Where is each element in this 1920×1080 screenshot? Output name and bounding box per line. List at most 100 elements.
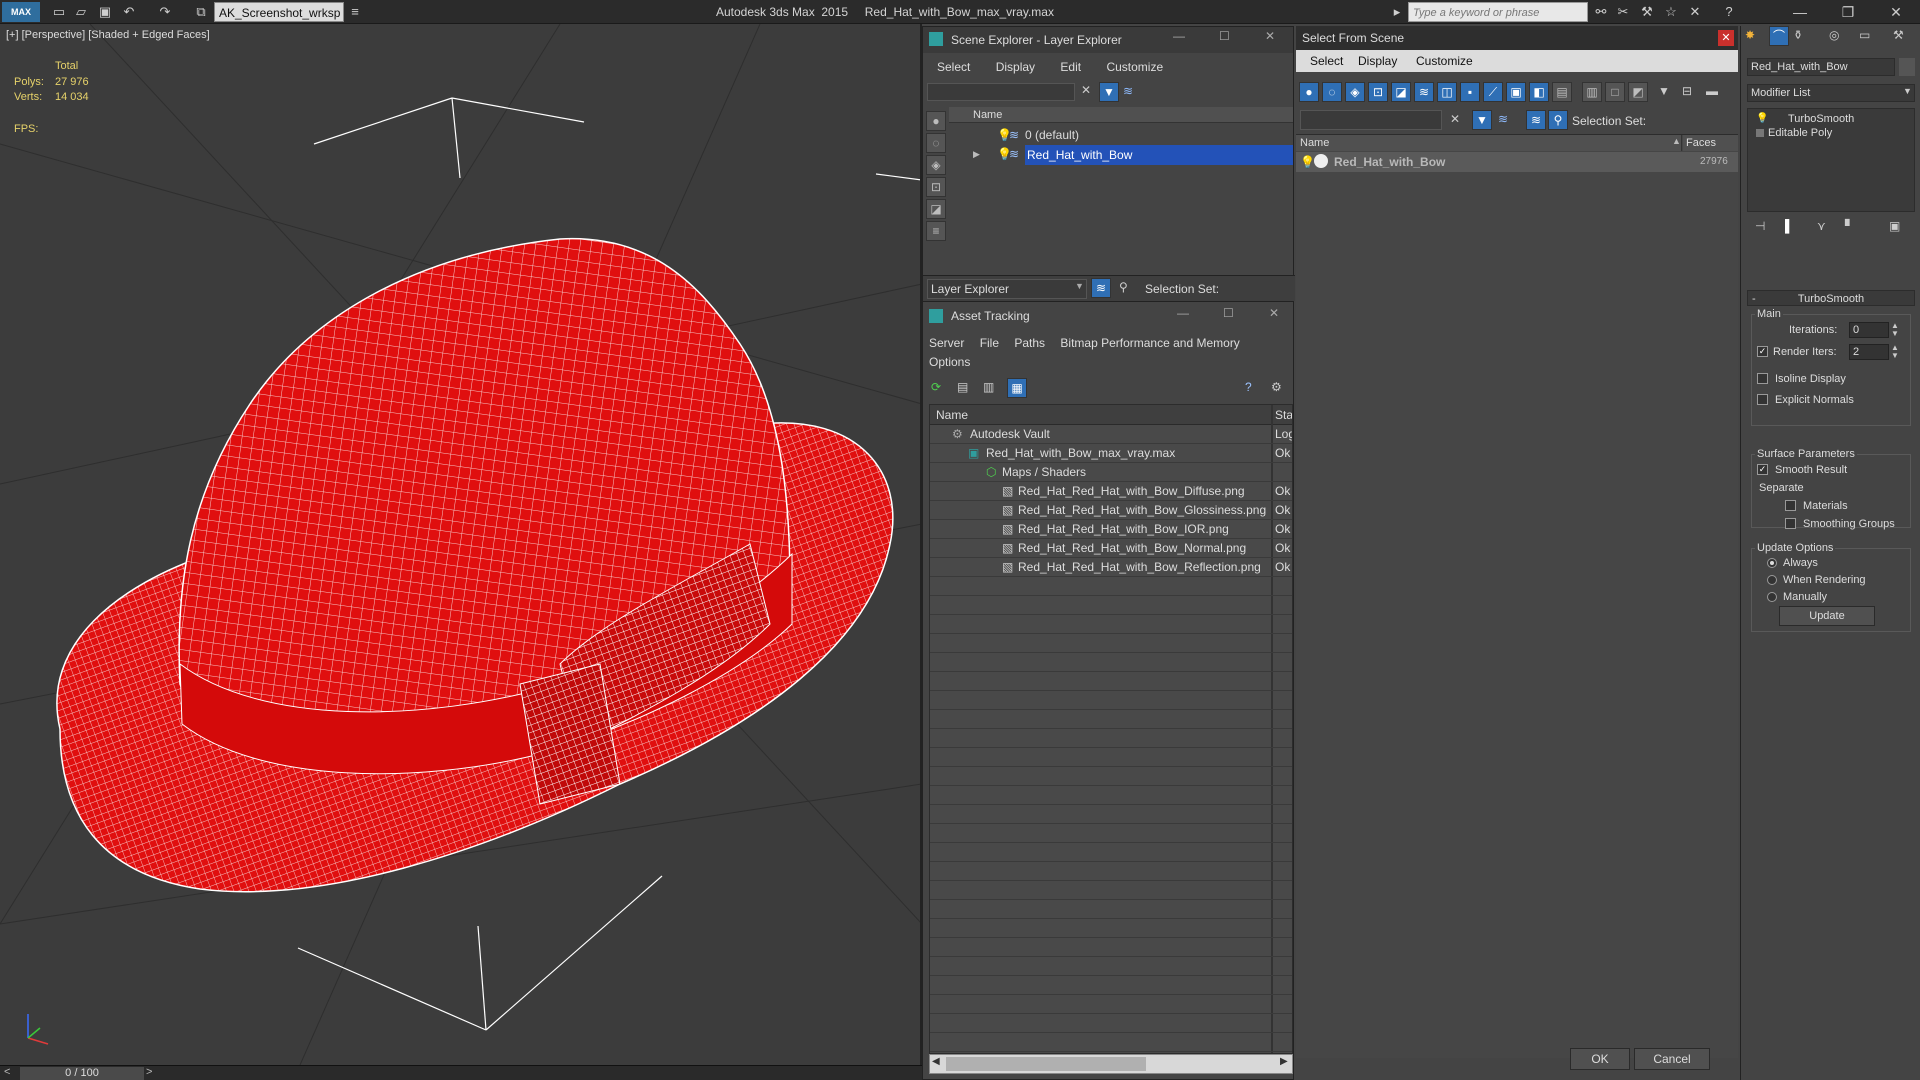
display-geometry-icon[interactable]: ●: [926, 111, 946, 131]
filter-icon[interactable]: ▼: [1658, 84, 1670, 98]
name-column-header[interactable]: Name: [949, 107, 1293, 123]
help-icon[interactable]: ?: [1720, 3, 1738, 21]
collapse-icon[interactable]: ▬: [1706, 84, 1718, 98]
ok-button[interactable]: OK: [1570, 1048, 1630, 1070]
minimize-icon[interactable]: —: [1177, 306, 1189, 320]
layer-row[interactable]: ▶ 💡 ≋ Red_Hat_with_Bow: [949, 145, 1293, 165]
display-tab-icon[interactable]: ▭: [1859, 28, 1870, 42]
explorer-type-dropdown[interactable]: Layer Explorer: [927, 279, 1087, 299]
horizontal-scrollbar[interactable]: ◀ ▶: [929, 1054, 1293, 1074]
shapes-filter-icon[interactable]: ◌: [1322, 82, 1342, 102]
stack-item-editable-poly[interactable]: Editable Poly: [1768, 127, 1832, 139]
display-lights-icon[interactable]: ◈: [926, 155, 946, 175]
display-none-icon[interactable]: □: [1605, 82, 1625, 102]
xrefs-filter-icon[interactable]: ▪: [1460, 82, 1480, 102]
tree-view-icon[interactable]: ▥: [983, 380, 994, 394]
scroll-left-icon[interactable]: ◀: [932, 1056, 940, 1067]
new-file-icon[interactable]: ▭: [50, 3, 68, 21]
lights-filter-icon[interactable]: ◈: [1345, 82, 1365, 102]
menu-display[interactable]: Display: [1358, 54, 1397, 68]
maximize-icon[interactable]: ☐: [1219, 29, 1230, 43]
smoothing-groups-checkbox[interactable]: [1785, 518, 1796, 529]
close-icon[interactable]: ✕: [1269, 306, 1279, 320]
asset-row[interactable]: ⚙ Autodesk Vault Log: [930, 425, 1292, 444]
geometry-filter-icon[interactable]: ●: [1299, 82, 1319, 102]
object-name-field[interactable]: Red_Hat_with_Bow: [1747, 58, 1895, 76]
time-slider-bar[interactable]: < 0 / 100 >: [0, 1065, 922, 1080]
workspace-dropdown[interactable]: AK_Screenshot_wrksp: [214, 2, 344, 22]
name-column-header[interactable]: Name: [930, 405, 1271, 425]
close-icon[interactable]: ✕: [1265, 29, 1275, 43]
render-iters-spinner[interactable]: 2: [1849, 344, 1889, 360]
minimize-icon[interactable]: —: [1173, 29, 1185, 43]
hidden-filter-icon[interactable]: ▤: [1552, 82, 1572, 102]
stack-item-turbosmooth[interactable]: TurboSmooth: [1788, 113, 1854, 125]
asset-row[interactable]: ▧ Red_Hat_Red_Hat_with_Bow_Reflection.pn…: [930, 558, 1292, 577]
containers-filter-icon[interactable]: ▣: [1506, 82, 1526, 102]
collapse-icon[interactable]: -: [1752, 291, 1756, 307]
helpers-filter-icon[interactable]: ◪: [1391, 82, 1411, 102]
asset-row[interactable]: ▧ Red_Hat_Red_Hat_with_Bow_Normal.png Ok: [930, 539, 1292, 558]
spacewarps-filter-icon[interactable]: ≋: [1414, 82, 1434, 102]
menu-customize[interactable]: Customize: [1106, 60, 1163, 74]
update-button[interactable]: Update: [1779, 606, 1875, 626]
smooth-result-checkbox[interactable]: ✓: [1757, 464, 1768, 475]
object-row[interactable]: 💡 Red_Hat_with_Bow 27976: [1296, 152, 1738, 172]
hierarchy-icon[interactable]: ⚲: [1119, 280, 1128, 294]
chevron-down-icon[interactable]: ▼: [1075, 281, 1084, 291]
asset-row[interactable]: ▧ Red_Hat_Red_Hat_with_Bow_Diffuse.png O…: [930, 482, 1292, 501]
menu-bitmap-performance[interactable]: Bitmap Performance and Memory: [1060, 336, 1239, 350]
undo-icon[interactable]: ↶: [120, 3, 138, 21]
menu-options[interactable]: Options: [929, 355, 970, 369]
show-end-result-icon[interactable]: ▌: [1785, 219, 1794, 233]
layers-icon[interactable]: ≋: [1498, 112, 1508, 126]
faces-column-header[interactable]: Faces: [1683, 135, 1738, 151]
open-file-icon[interactable]: ▱: [72, 3, 90, 21]
settings-icon[interactable]: ⚙: [1271, 380, 1282, 394]
cancel-button[interactable]: Cancel: [1634, 1048, 1710, 1070]
bulb-icon[interactable]: 💡: [1756, 113, 1768, 124]
filter-icon[interactable]: ▼: [1472, 110, 1492, 130]
filter-icon[interactable]: ▼: [1099, 82, 1119, 102]
subscription-icon[interactable]: ⚒: [1638, 3, 1656, 21]
help-icon[interactable]: ?: [1245, 380, 1252, 394]
save-icon[interactable]: ▣: [96, 3, 114, 21]
filter-input[interactable]: [927, 83, 1075, 101]
status-column-header[interactable]: Stat: [1273, 405, 1292, 425]
spinner-arrows-icon[interactable]: ▲ ▼: [1891, 322, 1899, 338]
menu-display[interactable]: Display: [996, 60, 1035, 74]
spinner-arrows-icon[interactable]: ▲ ▼: [1891, 344, 1899, 360]
display-shapes-icon[interactable]: ◌: [926, 133, 946, 153]
render-iters-checkbox[interactable]: ✓: [1757, 346, 1768, 357]
app-logo[interactable]: MAX: [2, 2, 40, 22]
menu-server[interactable]: Server: [929, 336, 964, 350]
menu-select[interactable]: Select: [1310, 54, 1343, 68]
asset-row[interactable]: ⬡ Maps / Shaders: [930, 463, 1292, 482]
asset-row[interactable]: ▧ Red_Hat_Red_Hat_with_Bow_Glossiness.pn…: [930, 501, 1292, 520]
time-slider[interactable]: 0 / 100: [20, 1067, 144, 1080]
prev-frame-icon[interactable]: <: [4, 1066, 10, 1078]
motion-tab-icon[interactable]: ◎: [1829, 28, 1839, 42]
next-frame-icon[interactable]: >: [146, 1066, 152, 1078]
redo-icon[interactable]: ↷: [156, 3, 174, 21]
chevron-down-icon[interactable]: ▼: [1903, 86, 1912, 96]
display-all-icon[interactable]: ≡: [926, 221, 946, 241]
workspace-menu-icon[interactable]: ≡: [346, 3, 364, 21]
iterations-spinner[interactable]: 0: [1849, 322, 1889, 338]
isoline-display-checkbox[interactable]: [1757, 373, 1768, 384]
menu-paths[interactable]: Paths: [1014, 336, 1045, 350]
cameras-filter-icon[interactable]: ⊡: [1368, 82, 1388, 102]
manually-radio[interactable]: [1767, 592, 1777, 602]
list-view-icon[interactable]: ▤: [957, 380, 968, 394]
search-input[interactable]: Type a keyword or phrase: [1408, 2, 1588, 22]
hierarchy-icon[interactable]: ⚲: [1548, 110, 1568, 130]
make-unique-icon[interactable]: ⋎: [1817, 219, 1826, 233]
project-folder-icon[interactable]: ⧉: [192, 3, 210, 21]
scroll-thumb[interactable]: [946, 1057, 1146, 1071]
frozen-filter-icon[interactable]: ◧: [1529, 82, 1549, 102]
layers-toggle-icon[interactable]: ≋: [1123, 84, 1133, 98]
create-tab-icon[interactable]: ✸: [1745, 28, 1755, 42]
hierarchy-filter-icon[interactable]: ⊟: [1682, 84, 1692, 98]
invert-display-icon[interactable]: ◩: [1628, 82, 1648, 102]
clear-filter-icon[interactable]: ✕: [1081, 83, 1091, 97]
